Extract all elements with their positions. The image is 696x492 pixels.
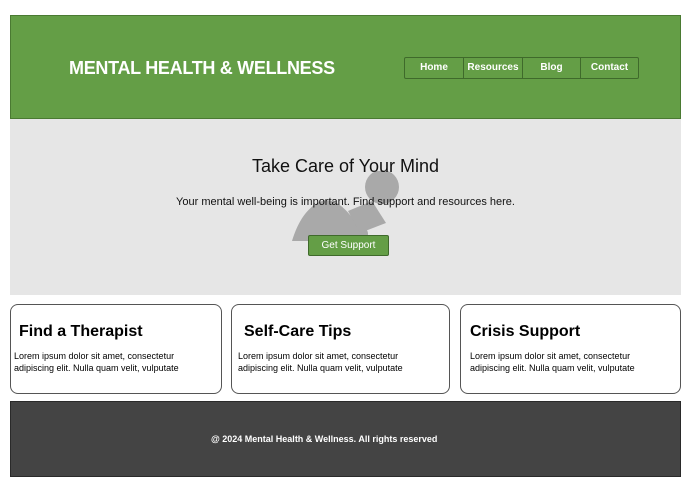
- footer-copyright: @ 2024 Mental Health & Wellness. All rig…: [211, 434, 438, 444]
- hero-section: Take Care of Your Mind Your mental well-…: [10, 119, 681, 295]
- card-text: Lorem ipsum dolor sit amet, consectetur …: [14, 351, 179, 373]
- site-footer: @ 2024 Mental Health & Wellness. All rig…: [10, 401, 681, 477]
- get-support-button[interactable]: Get Support: [308, 235, 389, 256]
- site-header: MENTAL HEALTH & WELLNESS Home Resources …: [10, 15, 681, 119]
- hero-subtitle: Your mental well-being is important. Fin…: [176, 196, 515, 208]
- card-crisis-support[interactable]: Crisis Support Lorem ipsum dolor sit ame…: [460, 304, 681, 394]
- main-nav: Home Resources Blog Contact: [404, 57, 639, 79]
- card-text: Lorem ipsum dolor sit amet, consectetur …: [238, 351, 403, 373]
- card-title: Crisis Support: [470, 323, 581, 340]
- card-title: Self-Care Tips: [244, 323, 352, 340]
- card-find-therapist[interactable]: Find a Therapist Lorem ipsum dolor sit a…: [10, 304, 222, 394]
- page: MENTAL HEALTH & WELLNESS Home Resources …: [0, 0, 696, 492]
- nav-item-home[interactable]: Home: [405, 58, 463, 78]
- card-title: Find a Therapist: [19, 323, 143, 340]
- nav-item-blog[interactable]: Blog: [522, 58, 580, 78]
- site-title: MENTAL HEALTH & WELLNESS: [69, 58, 335, 78]
- card-text: Lorem ipsum dolor sit amet, consectetur …: [470, 351, 635, 373]
- nav-item-resources[interactable]: Resources: [463, 58, 522, 78]
- card-self-care-tips[interactable]: Self-Care Tips Lorem ipsum dolor sit ame…: [231, 304, 450, 394]
- nav-item-contact[interactable]: Contact: [580, 58, 638, 78]
- hero-title: Take Care of Your Mind: [251, 156, 440, 176]
